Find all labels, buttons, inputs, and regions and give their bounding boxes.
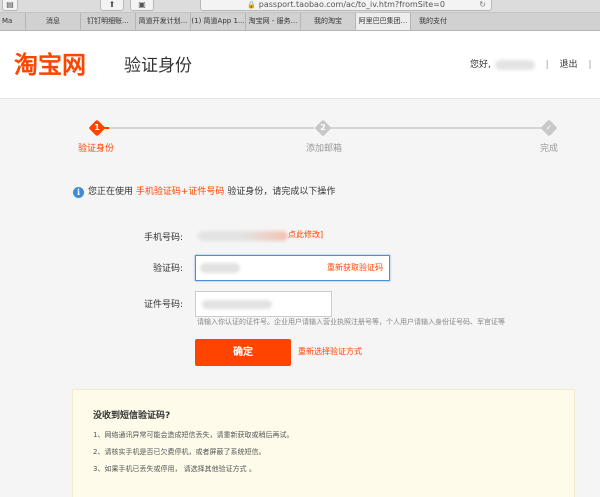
info-icon: i: [73, 187, 84, 198]
info-prefix: 您正在使用: [88, 187, 134, 197]
step-line: [330, 127, 542, 129]
page-title: 验证身份: [124, 56, 192, 76]
page-header: 淘宝网 验证身份 您好, | 退出 | 我的: [0, 31, 600, 99]
help-item: 3、如果手机已丢失或停用， 请选择其他验证方式 。: [93, 465, 256, 473]
code-value-redacted: [200, 263, 240, 273]
separator: |: [545, 60, 549, 70]
confirm-button[interactable]: 确定: [195, 339, 291, 366]
share-button[interactable]: ⬆: [100, 0, 124, 11]
help-box: 没收到短信验证码? 1、网络通讯异常可能会造成短信丢失，请重新获取或稍后再试。 …: [72, 389, 575, 497]
url-text: passport.taobao.com/ac/to_iv.htm?fromSit…: [258, 0, 445, 9]
step-line: [109, 127, 314, 129]
id-number-input[interactable]: [195, 291, 332, 317]
help-item: 1、网络通讯异常可能会造成短信丢失，请重新获取或稍后再试。: [93, 431, 294, 439]
separator: |: [588, 60, 592, 70]
reading-list-icon: ▣: [138, 0, 146, 9]
check-icon: ✓: [545, 123, 553, 132]
reselect-method-link[interactable]: 重新选择验证方式: [298, 346, 362, 357]
tab-partial[interactable]: Ma: [0, 13, 26, 30]
step-label-email: 添加邮箱: [306, 144, 343, 154]
step-number-1: 1: [94, 123, 100, 132]
tab-jiandao-plan[interactable]: 简道开发计划...: [136, 13, 191, 30]
username-redacted: [494, 59, 535, 70]
info-suffix: 验证身份，请完成以下操作: [227, 187, 336, 197]
sidebar-button[interactable]: ▤: [2, 0, 18, 11]
step-number-2: 2: [320, 123, 326, 132]
taobao-logo[interactable]: 淘宝网: [14, 51, 86, 79]
id-label: 证件号码:: [143, 300, 183, 310]
reload-icon[interactable]: ↻: [479, 0, 486, 9]
step-label-done: 完成: [540, 144, 559, 154]
resend-code-button[interactable]: 重新获取验证码: [327, 262, 383, 274]
verification-info: 您正在使用 手机验证码+证件号码 验证身份，请完成以下操作: [88, 186, 335, 199]
browser-toolbar: ▤ ⬆ ▣ 🔒 passport.taobao.com/ac/to_iv.htm?…: [0, 0, 600, 13]
tab-alipay[interactable]: 我的支付: [411, 13, 455, 30]
id-value-redacted: [202, 300, 272, 309]
verification-method: 手机验证码+证件号码: [135, 187, 225, 197]
reading-list-button[interactable]: ▣: [130, 0, 154, 11]
tab-alibaba[interactable]: 阿里巴巴集团...: [356, 13, 411, 30]
greeting-text: 您好,: [470, 60, 491, 70]
lock-icon: 🔒: [247, 1, 256, 9]
tab-taobao-service[interactable]: 淘宝网 - 服务...: [246, 13, 301, 30]
tab-my-taobao[interactable]: 我的淘宝: [301, 13, 356, 30]
logout-link[interactable]: 退出: [560, 60, 578, 70]
tab-dingtalk[interactable]: 钉钉明细账...: [81, 13, 136, 30]
modify-phone-link[interactable]: 点此修改]: [288, 229, 323, 240]
tab-messages[interactable]: 消息: [26, 13, 81, 30]
tab-jiandao-app[interactable]: (1) 简道App 1...: [191, 13, 246, 30]
help-item: 2、请核实手机是否已欠费停机，或者屏蔽了系统短信。: [93, 448, 266, 456]
sidebar-icon: ▤: [6, 0, 14, 9]
phone-label: 手机号码:: [143, 233, 183, 243]
step-label-verify: 验证身份: [78, 144, 115, 154]
share-icon: ⬆: [108, 0, 116, 9]
code-label: 验证码:: [152, 264, 183, 274]
tab-strip: Ma 消息 钉钉明细账... 简道开发计划... (1) 简道App 1... …: [0, 13, 600, 31]
phone-number-redacted: [198, 231, 288, 241]
address-bar[interactable]: 🔒 passport.taobao.com/ac/to_iv.htm?fromSi…: [200, 0, 492, 11]
user-bar: 您好, | 退出 | 我的: [470, 58, 600, 72]
verification-code-input[interactable]: 重新获取验证码: [195, 255, 390, 281]
id-hint: 请输入你认证的证件号。企业用户请输入营业执照注册号等，个人用户请输入身份证号码、…: [197, 318, 505, 326]
help-title: 没收到短信验证码?: [93, 411, 171, 421]
